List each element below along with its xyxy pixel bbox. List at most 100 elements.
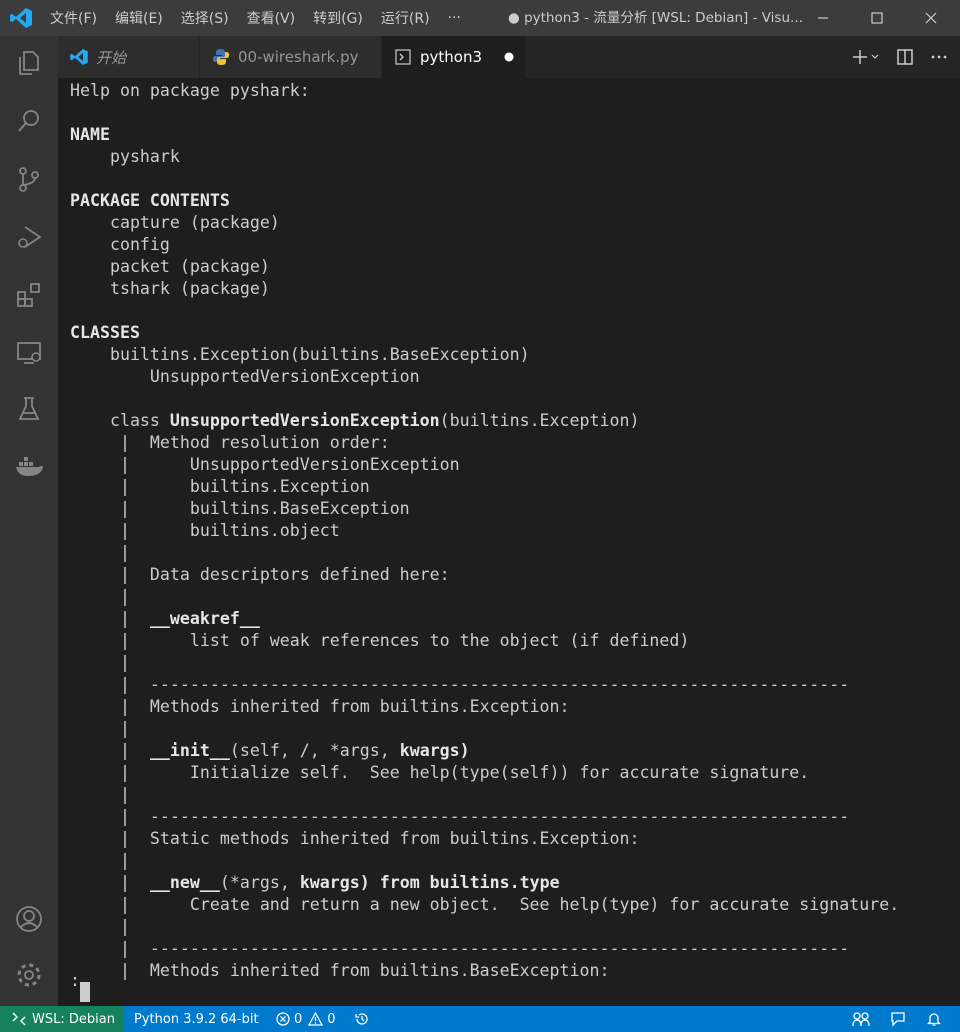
bold-identifier: UnsupportedVersionException bbox=[169, 411, 440, 430]
python-icon bbox=[212, 48, 230, 66]
terminal-line: CLASSES bbox=[70, 322, 140, 344]
terminal-line: | --------------------------------------… bbox=[70, 675, 850, 694]
menu-selection[interactable]: 选择(S) bbox=[181, 8, 229, 28]
terminal-line: UnsupportedVersionException bbox=[70, 367, 420, 386]
terminal-line: | bbox=[70, 653, 130, 672]
feedback-icon[interactable] bbox=[890, 1006, 908, 1032]
terminal-line: capture (package) bbox=[70, 213, 280, 232]
tab-00-wireshark-py[interactable]: 00-wireshark.py bbox=[200, 36, 382, 78]
status-bar: WSL: Debian Python 3.9.2 64-bit 0 0 bbox=[0, 1006, 960, 1032]
terminal-line: NAME bbox=[70, 124, 110, 146]
terminal-line: builtins.Exception(builtins.BaseExceptio… bbox=[70, 345, 530, 364]
terminal-line: | Data descriptors defined here: bbox=[70, 565, 450, 584]
title-bar: 文件(F) 编辑(E) 选择(S) 查看(V) 转到(G) 运行(R) ··· … bbox=[0, 0, 960, 36]
search-icon[interactable] bbox=[12, 104, 46, 138]
terminal-line: | UnsupportedVersionException bbox=[70, 455, 460, 474]
unsaved-dot-icon[interactable] bbox=[504, 48, 514, 66]
docker-icon[interactable] bbox=[12, 450, 46, 484]
menu-bar: 文件(F) 编辑(E) 选择(S) 查看(V) 转到(G) 运行(R) ··· bbox=[50, 0, 479, 36]
error-count: 0 bbox=[294, 1011, 303, 1027]
terminal-cursor bbox=[80, 982, 90, 1002]
terminal-line: | bbox=[70, 543, 130, 562]
menu-file[interactable]: 文件(F) bbox=[50, 8, 97, 28]
python-interpreter[interactable]: Python 3.9.2 64-bit bbox=[134, 1006, 259, 1032]
terminal-line: Help on package pyshark: bbox=[70, 81, 310, 100]
terminal-line: tshark (package) bbox=[70, 279, 270, 298]
window-title: ● python3 - 流量分析 [WSL: Debian] - Visu... bbox=[508, 10, 803, 26]
terminal-line: | builtins.object bbox=[70, 521, 340, 540]
terminal-line: | Initialize self. See help(type(self)) … bbox=[70, 763, 810, 782]
bold-identifier: CLASSES bbox=[70, 323, 140, 342]
error-icon bbox=[276, 1012, 290, 1026]
remote-explorer-icon[interactable] bbox=[12, 336, 46, 370]
account-icon[interactable] bbox=[12, 902, 46, 936]
bold-identifier: __new__ bbox=[149, 873, 220, 892]
maximize-button[interactable] bbox=[854, 0, 900, 36]
run-debug-icon[interactable] bbox=[12, 220, 46, 254]
terminal-line: PACKAGE CONTENTS bbox=[70, 190, 230, 212]
vscode-logo-icon bbox=[10, 8, 32, 28]
extensions-icon[interactable] bbox=[12, 278, 46, 312]
terminal-line: | bbox=[70, 719, 130, 738]
terminal-line: pyshark bbox=[70, 147, 180, 166]
menu-more[interactable]: ··· bbox=[448, 10, 461, 26]
bold-identifier: kwargs) from builtins.type bbox=[299, 873, 560, 892]
bold-identifier: __weakref__ bbox=[149, 609, 260, 628]
terminal-line: | __new__(*args, kwargs) from builtins.t… bbox=[70, 873, 560, 892]
terminal-line: | bbox=[70, 785, 130, 804]
remote-indicator[interactable]: WSL: Debian bbox=[0, 1006, 124, 1032]
source-control-icon[interactable] bbox=[12, 162, 46, 196]
editor-tab-bar: 开始 00-wireshark.py python3 bbox=[58, 36, 960, 78]
settings-gear-icon[interactable] bbox=[12, 958, 46, 992]
terminal-icon bbox=[394, 48, 412, 66]
menu-view[interactable]: 查看(V) bbox=[247, 8, 296, 28]
minimize-button[interactable] bbox=[800, 0, 846, 36]
remote-icon bbox=[12, 1012, 26, 1026]
notifications-bell-icon[interactable] bbox=[926, 1006, 942, 1032]
terminal-line: | bbox=[70, 587, 130, 606]
testing-icon[interactable] bbox=[12, 392, 46, 426]
terminal-line: | Methods inherited from builtins.BaseEx… bbox=[70, 961, 610, 980]
warning-icon bbox=[308, 1012, 324, 1026]
bold-identifier: PACKAGE CONTENTS bbox=[70, 191, 230, 210]
menu-run[interactable]: 运行(R) bbox=[381, 8, 430, 28]
terminal-output[interactable]: : Help on package pyshark: NAME pyshark PA… bbox=[58, 78, 960, 1006]
tab-label: 00-wireshark.py bbox=[238, 48, 359, 66]
vscode-icon bbox=[70, 48, 88, 66]
terminal-line: | --------------------------------------… bbox=[70, 939, 850, 958]
terminal-line: | --------------------------------------… bbox=[70, 807, 850, 826]
terminal-line: | __weakref__ bbox=[70, 609, 260, 628]
bold-identifier: __init__ bbox=[149, 741, 230, 760]
terminal-line: config bbox=[70, 235, 170, 254]
terminal-line: | Create and return a new object. See he… bbox=[70, 895, 900, 914]
problems-indicator[interactable]: 0 0 bbox=[276, 1006, 336, 1032]
more-actions-icon[interactable] bbox=[926, 44, 952, 70]
history-icon[interactable] bbox=[354, 1006, 370, 1032]
close-window-button[interactable] bbox=[908, 0, 954, 36]
split-editor-icon[interactable] bbox=[892, 44, 918, 70]
live-share-icon[interactable] bbox=[852, 1006, 870, 1032]
bold-identifier: kwargs) bbox=[399, 741, 470, 760]
terminal-line: | bbox=[70, 917, 130, 936]
terminal-line: | bbox=[70, 851, 130, 870]
remote-label: WSL: Debian bbox=[32, 1011, 115, 1027]
terminal-line: | builtins.BaseException bbox=[70, 499, 410, 518]
terminal-line: | Static methods inherited from builtins… bbox=[70, 829, 640, 848]
terminal-line: | list of weak references to the object … bbox=[70, 631, 690, 650]
terminal-line: | Method resolution order: bbox=[70, 433, 390, 452]
tab-welcome[interactable]: 开始 bbox=[58, 36, 200, 78]
terminal-line: | Methods inherited from builtins.Except… bbox=[70, 697, 570, 716]
menu-go[interactable]: 转到(G) bbox=[313, 8, 363, 28]
menu-edit[interactable]: 编辑(E) bbox=[115, 8, 163, 28]
terminal-line: | builtins.Exception bbox=[70, 477, 370, 496]
activity-bar bbox=[0, 36, 58, 1006]
tab-python3[interactable]: python3 bbox=[382, 36, 526, 78]
terminal-line: class UnsupportedVersionException(builti… bbox=[70, 411, 640, 430]
new-terminal-icon[interactable] bbox=[850, 44, 884, 70]
tab-label: 开始 bbox=[96, 48, 127, 67]
tab-label: python3 bbox=[420, 48, 483, 66]
explorer-icon[interactable] bbox=[12, 46, 46, 80]
terminal-line: packet (package) bbox=[70, 257, 270, 276]
terminal-line: | __init__(self, /, *args, kwargs) bbox=[70, 741, 470, 760]
editor-actions bbox=[850, 36, 960, 78]
